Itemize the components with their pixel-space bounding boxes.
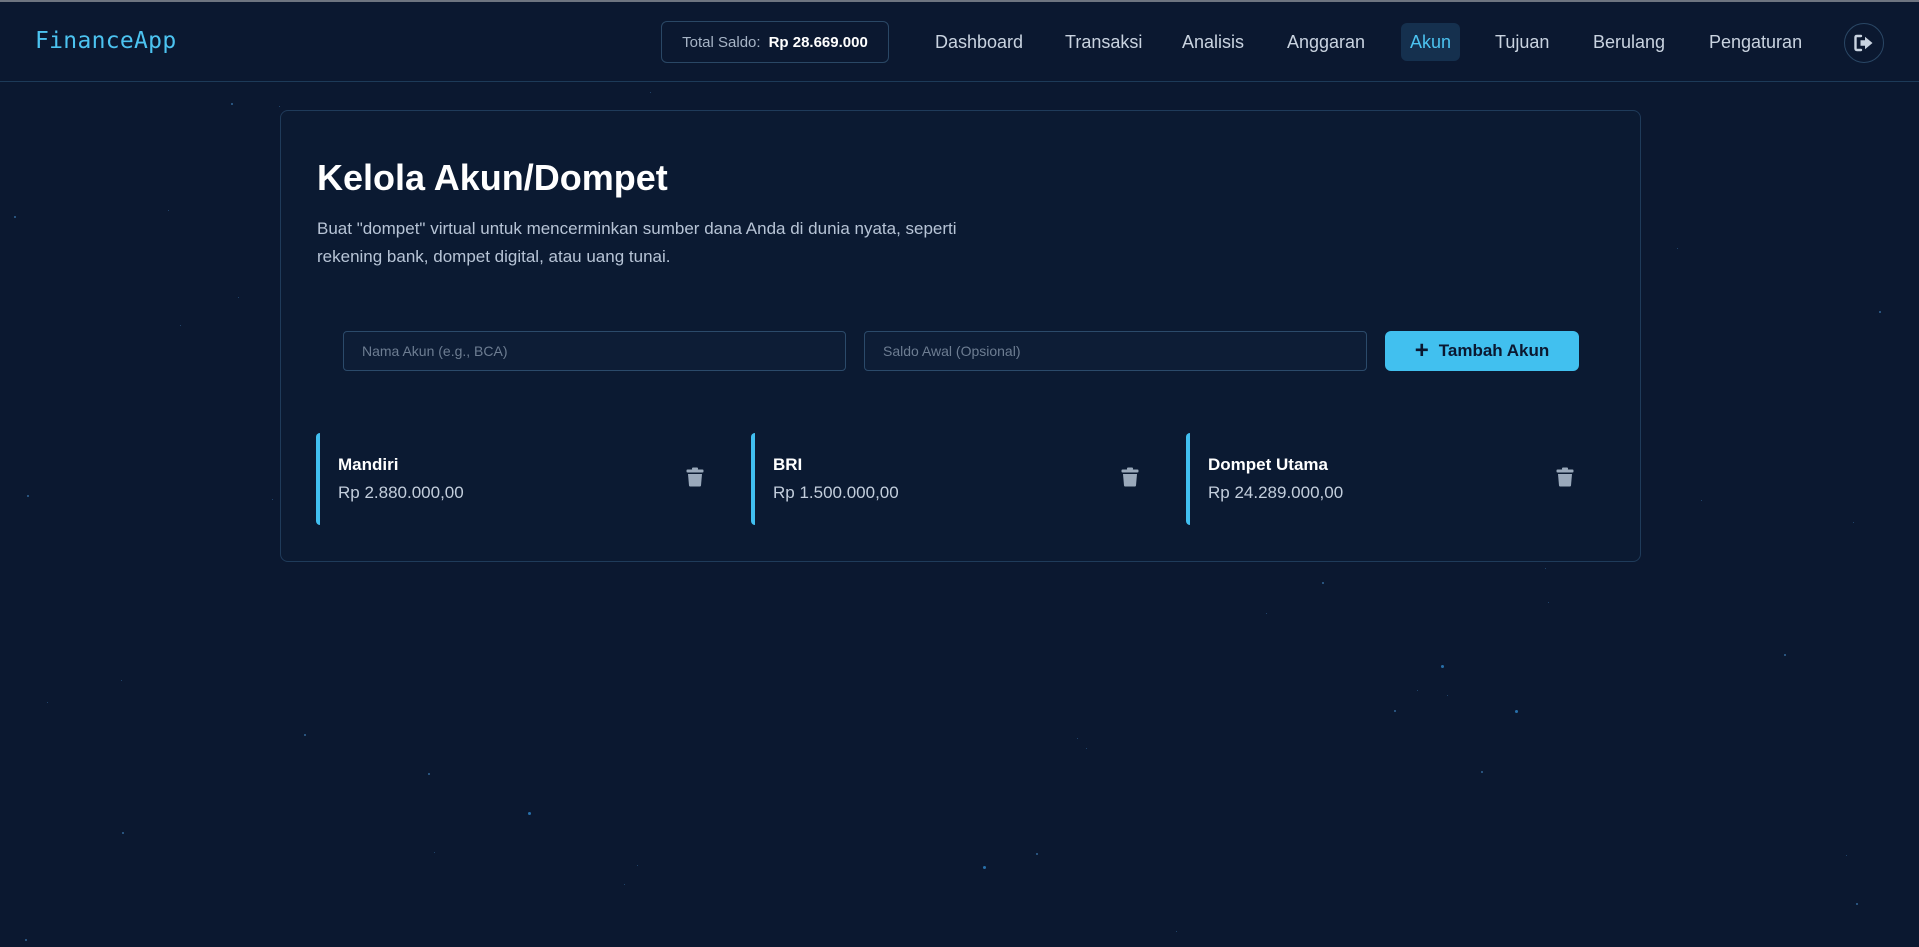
page-title: Kelola Akun/Dompet (317, 157, 668, 198)
nav-anggaran[interactable]: Anggaran (1278, 23, 1374, 61)
add-account-label: Tambah Akun (1438, 341, 1550, 360)
nav-akun[interactable]: Akun (1401, 23, 1461, 61)
nav-berulang[interactable]: Berulang (1584, 23, 1674, 61)
initial-balance-input[interactable] (864, 331, 1367, 371)
nav-analisis[interactable]: Analisis (1173, 23, 1253, 61)
page-description: Buat "dompet" virtual untuk mencerminkan… (317, 219, 957, 266)
account-name: Mandiri (338, 455, 399, 474)
manage-accounts-card: Kelola Akun/Dompet Buat "dompet" virtual… (280, 110, 1641, 562)
logout-button[interactable] (1844, 23, 1884, 63)
account-balance: Rp 24.289.000,00 (1208, 483, 1344, 502)
trash-icon[interactable] (686, 467, 704, 487)
add-account-button[interactable]: + Tambah Akun (1385, 331, 1579, 371)
sign-out-icon (1854, 34, 1873, 52)
account-item: Mandiri Rp 2.880.000,00 (316, 433, 726, 525)
account-name-input[interactable] (343, 331, 846, 371)
nav-transaksi[interactable]: Transaksi (1056, 23, 1151, 61)
nav-pengaturan[interactable]: Pengaturan (1700, 23, 1811, 61)
nav-tujuan[interactable]: Tujuan (1486, 23, 1558, 61)
account-name: Dompet Utama (1208, 455, 1328, 474)
account-balance: Rp 1.500.000,00 (773, 483, 899, 502)
trash-icon[interactable] (1556, 467, 1574, 487)
account-balance: Rp 2.880.000,00 (338, 483, 464, 502)
nav-dashboard[interactable]: Dashboard (926, 23, 1032, 61)
top-navigation-bar: FinanceApp Total Saldo: Rp 28.669.000 Da… (0, 2, 1919, 82)
account-name: BRI (773, 455, 803, 474)
app-window: FinanceApp Total Saldo: Rp 28.669.000 Da… (0, 0, 1919, 947)
account-item: BRI Rp 1.500.000,00 (751, 433, 1161, 525)
account-item: Dompet Utama Rp 24.289.000,00 (1186, 433, 1596, 525)
trash-icon[interactable] (1121, 467, 1139, 487)
main-nav: Dashboard Transaksi Analisis Anggaran Ak… (0, 23, 1919, 61)
plus-icon: + (1414, 337, 1429, 364)
